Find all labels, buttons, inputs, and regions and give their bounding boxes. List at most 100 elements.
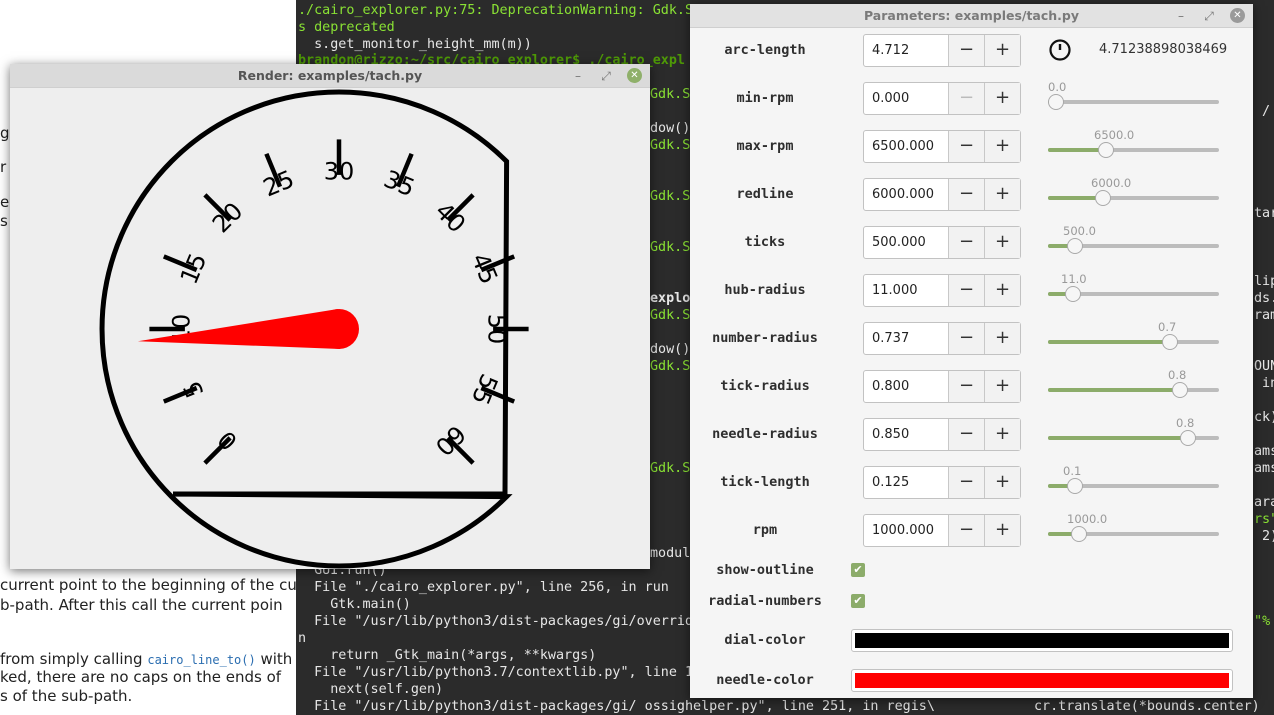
min-rpm-increment-button[interactable]: + bbox=[984, 83, 1020, 114]
render-titlebar[interactable]: Render: examples/tach.py – ⤢ ✕ bbox=[10, 64, 650, 88]
redline-input[interactable] bbox=[864, 179, 948, 210]
slider-fill bbox=[1048, 436, 1188, 440]
min-rpm-input[interactable] bbox=[864, 83, 948, 114]
number-radius-decrement-button[interactable]: − bbox=[948, 323, 984, 354]
render-window[interactable]: Render: examples/tach.py – ⤢ ✕ 0 5 10 15 20 2… bbox=[10, 64, 650, 569]
max-rpm-slider[interactable]: 6500.0 bbox=[1048, 128, 1219, 158]
arc-length-decrement-button[interactable]: − bbox=[948, 35, 984, 66]
number-radius-increment-button[interactable]: + bbox=[984, 323, 1020, 354]
slider-knob[interactable] bbox=[1065, 286, 1081, 302]
needle-color-button[interactable] bbox=[851, 669, 1233, 692]
doc-code-link[interactable]: cairo_line_to() bbox=[147, 653, 255, 667]
slider-knob[interactable] bbox=[1172, 382, 1188, 398]
hub-radius-spinner[interactable]: −+ bbox=[863, 274, 1021, 307]
tick-length-input[interactable] bbox=[864, 467, 948, 498]
tick-radius-input[interactable] bbox=[864, 371, 948, 402]
ticks-decrement-button[interactable]: − bbox=[948, 227, 984, 258]
ticks-increment-button[interactable]: + bbox=[984, 227, 1020, 258]
needle-radius-input[interactable] bbox=[864, 419, 948, 450]
minimize-icon[interactable]: – bbox=[571, 69, 585, 83]
radial-numbers-checkbox[interactable]: ✔ bbox=[851, 594, 865, 608]
terminal-line: in bbox=[1262, 376, 1274, 391]
tick-radius-decrement-button[interactable]: − bbox=[948, 371, 984, 402]
param-row-needle-color: needle-color bbox=[690, 662, 1253, 702]
doc-fragment: r bbox=[0, 158, 7, 176]
hub-radius-increment-button[interactable]: + bbox=[984, 275, 1020, 306]
needle-radius-slider[interactable]: 0.8 bbox=[1048, 416, 1219, 446]
number-radius-slider[interactable]: 0.7 bbox=[1048, 320, 1219, 350]
param-row-rpm: rpm−+1000.0 bbox=[690, 506, 1253, 554]
close-icon[interactable]: ✕ bbox=[627, 68, 642, 83]
redline-spinner[interactable]: −+ bbox=[863, 178, 1021, 211]
ticks-slider[interactable]: 500.0 bbox=[1048, 224, 1219, 254]
arc-length-input[interactable] bbox=[864, 35, 948, 66]
param-label: tick-length bbox=[720, 474, 810, 490]
param-row-tick-length: tick-length−+0.1 bbox=[690, 458, 1253, 506]
tick-radius-spinner[interactable]: −+ bbox=[863, 370, 1021, 403]
doc-text: from simply calling bbox=[0, 650, 148, 668]
rpm-decrement-button[interactable]: − bbox=[948, 515, 984, 546]
tick-radius-slider[interactable]: 0.8 bbox=[1048, 368, 1219, 398]
ticks-spinner[interactable]: −+ bbox=[863, 226, 1021, 259]
number-radius-input[interactable] bbox=[864, 323, 948, 354]
maximize-icon[interactable]: ⤢ bbox=[599, 69, 613, 83]
slider-knob[interactable] bbox=[1067, 238, 1083, 254]
max-rpm-increment-button[interactable]: + bbox=[984, 131, 1020, 162]
slider-knob[interactable] bbox=[1162, 334, 1178, 350]
tick-length-slider[interactable]: 0.1 bbox=[1048, 464, 1219, 494]
max-rpm-input[interactable] bbox=[864, 131, 948, 162]
redline-decrement-button[interactable]: − bbox=[948, 179, 984, 210]
slider-knob[interactable] bbox=[1067, 478, 1083, 494]
slider-knob[interactable] bbox=[1098, 142, 1114, 158]
gauge-tick-label: 50 bbox=[482, 314, 510, 345]
needle-radius-spinner[interactable]: −+ bbox=[863, 418, 1021, 451]
slider-value: 1000.0 bbox=[1067, 512, 1108, 526]
redline-increment-button[interactable]: + bbox=[984, 179, 1020, 210]
needle-radius-increment-button[interactable]: + bbox=[984, 419, 1020, 450]
close-icon[interactable]: ✕ bbox=[1230, 8, 1245, 23]
param-row-needle-radius: needle-radius−+0.8 bbox=[690, 410, 1253, 458]
gauge-tick-label: 35 bbox=[380, 165, 419, 203]
terminal-line: Gdk.S bbox=[650, 308, 691, 323]
arc-dial-icon[interactable] bbox=[1048, 38, 1072, 62]
max-rpm-spinner[interactable]: −+ bbox=[863, 130, 1021, 163]
slider-knob[interactable] bbox=[1071, 526, 1087, 542]
needle-radius-decrement-button[interactable]: − bbox=[948, 419, 984, 450]
hub-radius-input[interactable] bbox=[864, 275, 948, 306]
rpm-slider[interactable]: 1000.0 bbox=[1048, 512, 1219, 542]
min-rpm-slider[interactable]: 0.0 bbox=[1048, 80, 1219, 110]
rpm-input[interactable] bbox=[864, 515, 948, 546]
doc-line: b-path. After this call the current poin bbox=[0, 596, 283, 614]
terminal-line: s deprecated bbox=[298, 20, 395, 35]
tick-radius-increment-button[interactable]: + bbox=[984, 371, 1020, 402]
max-rpm-decrement-button[interactable]: − bbox=[948, 131, 984, 162]
tick-length-increment-button[interactable]: + bbox=[984, 467, 1020, 498]
slider-knob[interactable] bbox=[1180, 430, 1196, 446]
min-rpm-decrement-button[interactable]: − bbox=[948, 83, 984, 114]
render-window-title: Render: examples/tach.py bbox=[237, 68, 423, 83]
slider-knob[interactable] bbox=[1048, 94, 1064, 110]
hub-radius-decrement-button[interactable]: − bbox=[948, 275, 984, 306]
slider-track bbox=[1048, 100, 1219, 104]
tick-length-spinner[interactable]: −+ bbox=[863, 466, 1021, 499]
redline-slider[interactable]: 6000.0 bbox=[1048, 176, 1219, 206]
param-row-tick-radius: tick-radius−+0.8 bbox=[690, 362, 1253, 410]
terminal-line: Gtk.main() bbox=[298, 597, 411, 612]
tick-length-decrement-button[interactable]: − bbox=[948, 467, 984, 498]
number-radius-spinner[interactable]: −+ bbox=[863, 322, 1021, 355]
hub-radius-slider[interactable]: 11.0 bbox=[1048, 272, 1219, 302]
slider-knob[interactable] bbox=[1095, 190, 1111, 206]
rpm-increment-button[interactable]: + bbox=[984, 515, 1020, 546]
maximize-icon[interactable]: ⤢ bbox=[1202, 9, 1216, 23]
min-rpm-spinner[interactable]: −+ bbox=[863, 82, 1021, 115]
arc-length-spinner[interactable]: −+ bbox=[863, 34, 1021, 67]
arc-length-increment-button[interactable]: + bbox=[984, 35, 1020, 66]
dial-color-button[interactable] bbox=[851, 629, 1233, 652]
ticks-input[interactable] bbox=[864, 227, 948, 258]
minimize-icon[interactable]: – bbox=[1174, 9, 1188, 23]
terminal-line: explo bbox=[650, 291, 691, 306]
rpm-spinner[interactable]: −+ bbox=[863, 514, 1021, 547]
params-titlebar[interactable]: Parameters: examples/tach.py – ⤢ ✕ bbox=[690, 4, 1253, 28]
parameters-window[interactable]: Parameters: examples/tach.py – ⤢ ✕ arc-l… bbox=[690, 4, 1253, 698]
show-outline-checkbox[interactable]: ✔ bbox=[851, 563, 865, 577]
